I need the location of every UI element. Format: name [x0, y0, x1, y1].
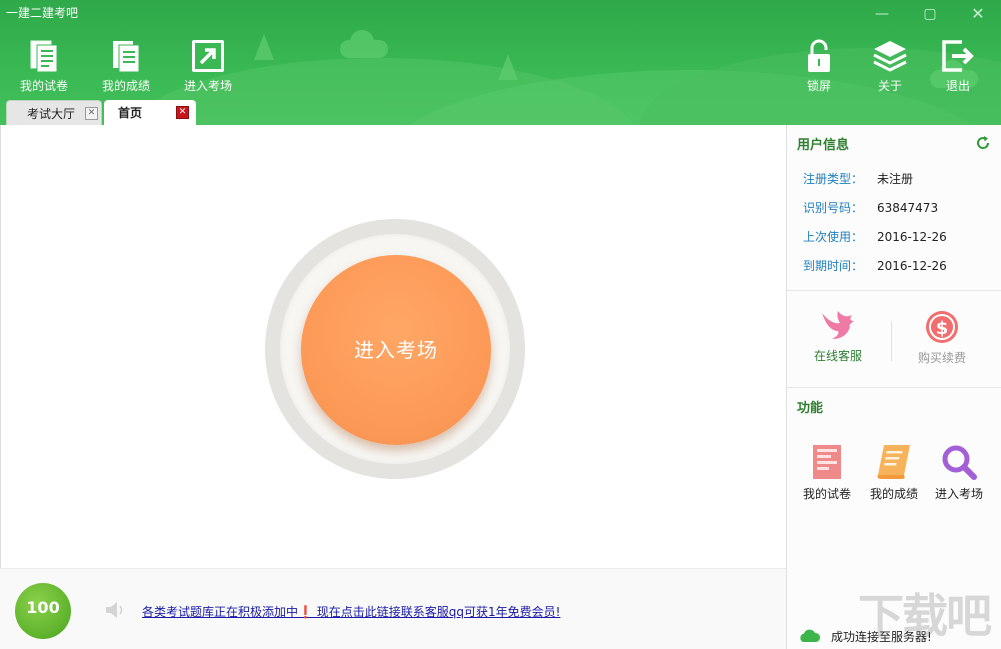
toolbar-about-button[interactable]: 关于 [860, 38, 920, 94]
function-enter-exam-button[interactable]: 进入考场 [931, 443, 987, 502]
report-icon [113, 41, 140, 73]
main-content: 进入考场 [0, 125, 786, 568]
paper-icon [813, 445, 841, 479]
toolbar-enter-exam-button[interactable]: 进入考场 [178, 38, 238, 94]
user-info-row: 注册类型： 未注册 [803, 170, 913, 187]
divider [891, 321, 892, 361]
score-100-logo: 100 [15, 583, 71, 639]
footer-bar: 100 各类考试题库正在积极添加中❗ 现在点击此链接联系客服qq可获1年免费会员… [0, 568, 786, 649]
info-key: 到期时间： [803, 259, 864, 273]
connection-status: 成功连接至服务器! [787, 621, 1001, 649]
user-info-row: 识别号码： 63847473 [803, 199, 938, 216]
enter-exam-button[interactable]: 进入考场 [301, 255, 491, 445]
toolbar-label: 退出 [945, 79, 970, 93]
background-tree [254, 34, 274, 60]
toolbar-my-scores-button[interactable]: 我的成绩 [96, 38, 156, 94]
online-service-button[interactable]: 在线客服 [807, 307, 869, 364]
function-label: 我的成绩 [869, 487, 918, 501]
function-label: 我的试卷 [802, 487, 851, 501]
maximize-button[interactable]: ▢ [916, 3, 944, 25]
user-info-row: 上次使用： 2016-12-26 [803, 228, 947, 245]
function-label: 进入考场 [934, 487, 983, 501]
cloud-icon [800, 629, 821, 642]
toolbar-exit-button[interactable]: 退出 [928, 38, 988, 94]
info-key: 上次使用： [803, 230, 864, 244]
user-info-row: 到期时间： 2016-12-26 [803, 257, 947, 274]
functions-title: 功能 [797, 401, 824, 416]
buy-renew-button[interactable]: $ 购买续费 [911, 309, 973, 366]
layers-icon [873, 41, 907, 72]
tab-home[interactable]: 首页 ✕ [104, 100, 196, 125]
right-panel: 用户信息 注册类型： 未注册 识别号码： 63847473 上次使用： 2016-12… [786, 125, 1001, 649]
background-cloud [340, 30, 388, 58]
status-text: 成功连接至服务器! [831, 630, 932, 644]
exit-icon [942, 40, 974, 72]
minimize-button[interactable]: — [868, 3, 896, 25]
side-button-label: 在线客服 [813, 349, 862, 363]
info-value: 2016-12-26 [877, 230, 947, 244]
info-value: 63847473 [877, 201, 939, 215]
toolbar-my-papers-button[interactable]: 我的试卷 [14, 38, 74, 94]
toolbar-lock-button[interactable]: 锁屏 [789, 38, 849, 94]
title-bar: 一建二建考吧 — ▢ ✕ 我的试卷 我的成绩 进入考场 锁屏 关于 退出 考试大… [0, 0, 1001, 125]
divider [787, 290, 1001, 291]
divider [787, 387, 1001, 388]
function-my-scores-button[interactable]: 我的成绩 [866, 443, 922, 502]
side-button-label: 购买续费 [917, 351, 966, 365]
user-info-title: 用户信息 [797, 138, 850, 153]
toolbar-label: 我的成绩 [101, 79, 150, 93]
toolbar-label: 锁屏 [806, 79, 831, 93]
info-key: 注册类型： [803, 172, 864, 186]
enter-arrow-icon [192, 40, 224, 72]
tab-label: 首页 [118, 106, 143, 120]
tab-label: 考试大厅 [27, 107, 76, 121]
notice-link[interactable]: 各类考试题库正在积极添加中❗ 现在点击此链接联系客服qq可获1年免费会员! [142, 603, 560, 620]
magnifier-icon [942, 445, 977, 480]
info-value: 未注册 [877, 172, 914, 186]
tab-exam-hall[interactable]: 考试大厅 ✕ [6, 100, 102, 125]
info-key: 识别号码： [803, 201, 864, 215]
function-my-papers-button[interactable]: 我的试卷 [799, 443, 855, 502]
close-button[interactable]: ✕ [964, 3, 992, 25]
toolbar-label: 我的试卷 [19, 79, 68, 93]
background-tree [498, 54, 518, 80]
score-icon [877, 445, 910, 479]
app-title: 一建二建考吧 [6, 6, 79, 20]
bird-icon [822, 311, 854, 339]
svg-text:$: $ [936, 318, 949, 339]
close-icon[interactable]: ✕ [176, 106, 189, 119]
close-icon[interactable]: ✕ [85, 107, 98, 120]
toolbar-label: 关于 [877, 79, 902, 93]
dollar-coin-icon: $ [926, 311, 958, 343]
refresh-icon[interactable] [975, 135, 991, 151]
speaker-icon [106, 602, 123, 618]
lock-icon [808, 39, 830, 72]
toolbar-label: 进入考场 [183, 79, 232, 93]
info-value: 2016-12-26 [877, 259, 947, 273]
document-icon [30, 40, 58, 73]
